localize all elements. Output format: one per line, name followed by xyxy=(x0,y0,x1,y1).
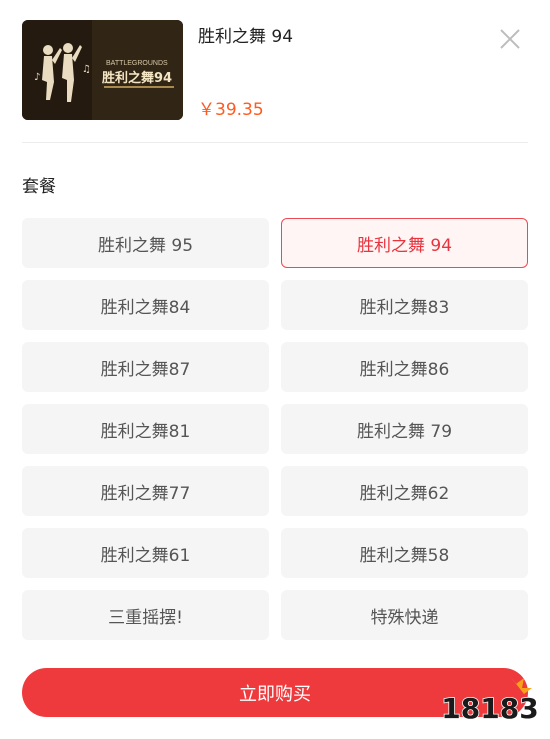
svg-text:♫: ♫ xyxy=(82,64,91,75)
product-thumbnail: ♪ ♫ BATTLEGROUNDS 胜利之舞94 xyxy=(22,20,183,120)
package-option[interactable]: 胜利之舞81 xyxy=(22,404,269,454)
close-button[interactable] xyxy=(497,26,523,52)
package-option[interactable]: 胜利之舞 79 xyxy=(281,404,528,454)
product-price: ￥39.35 xyxy=(198,100,264,120)
site-watermark-logo: 18183 xyxy=(440,670,540,730)
package-option[interactable]: 三重摇摆! xyxy=(22,590,269,640)
package-option[interactable]: 胜利之舞62 xyxy=(281,466,528,516)
package-option[interactable]: 胜利之舞87 xyxy=(22,342,269,392)
svg-text:♪: ♪ xyxy=(34,72,40,83)
package-option[interactable]: 胜利之舞84 xyxy=(22,280,269,330)
product-title: 胜利之舞 94 xyxy=(198,27,294,47)
dancers-image-icon: ♪ ♫ BATTLEGROUNDS 胜利之舞94 xyxy=(22,20,183,120)
watermark-logo-icon: 18183 xyxy=(441,676,539,726)
package-option-selected[interactable]: 胜利之舞 94 xyxy=(281,218,528,268)
svg-text:18183: 18183 xyxy=(441,692,538,725)
package-section-label: 套餐 xyxy=(22,177,56,197)
svg-text:胜利之舞94: 胜利之舞94 xyxy=(102,70,172,86)
package-option[interactable]: 特殊快递 xyxy=(281,590,528,640)
package-option[interactable]: 胜利之舞86 xyxy=(281,342,528,392)
purchase-sheet: ♪ ♫ BATTLEGROUNDS 胜利之舞94 胜利之舞 94 ￥39.35 … xyxy=(0,0,550,739)
svg-text:BATTLEGROUNDS: BATTLEGROUNDS xyxy=(106,60,168,67)
package-option[interactable]: 胜利之舞61 xyxy=(22,528,269,578)
package-option[interactable]: 胜利之舞58 xyxy=(281,528,528,578)
package-options: 胜利之舞 95 胜利之舞 94 胜利之舞84 胜利之舞83 胜利之舞87 胜利之… xyxy=(22,218,528,640)
close-icon xyxy=(500,29,520,49)
package-option[interactable]: 胜利之舞83 xyxy=(281,280,528,330)
package-option[interactable]: 胜利之舞77 xyxy=(22,466,269,516)
divider xyxy=(22,142,528,143)
package-option[interactable]: 胜利之舞 95 xyxy=(22,218,269,268)
